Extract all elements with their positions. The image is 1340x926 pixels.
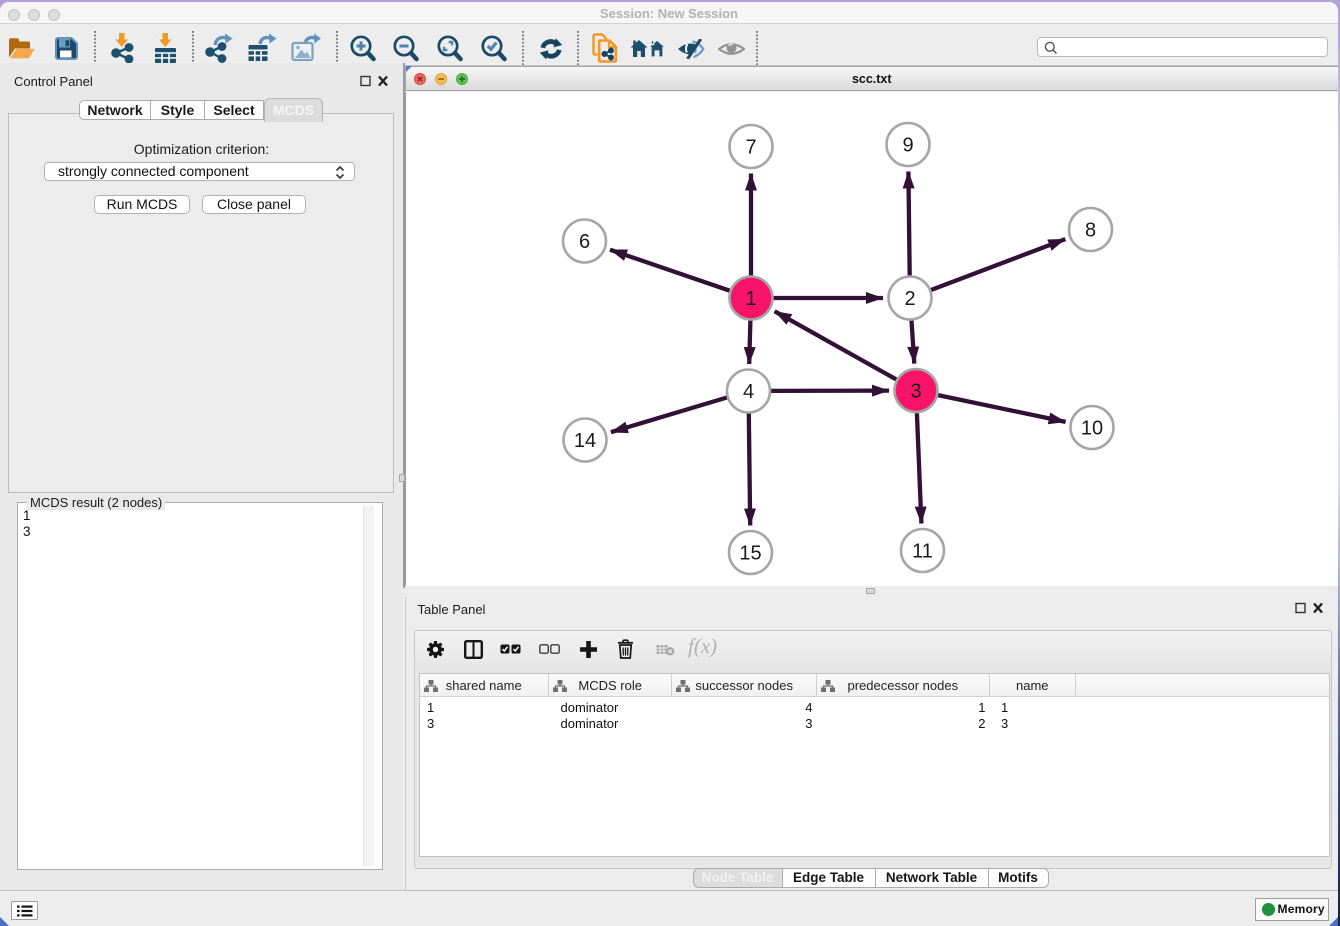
svg-text:2: 2 bbox=[904, 288, 915, 310]
svg-text:15: 15 bbox=[739, 543, 761, 565]
svg-text:3: 3 bbox=[910, 381, 921, 403]
svg-text:9: 9 bbox=[902, 135, 913, 157]
svg-text:11: 11 bbox=[912, 541, 933, 563]
svg-text:6: 6 bbox=[578, 231, 589, 253]
svg-text:10: 10 bbox=[1080, 418, 1102, 440]
svg-text:7: 7 bbox=[745, 137, 756, 159]
svg-text:4: 4 bbox=[742, 381, 753, 403]
svg-text:14: 14 bbox=[573, 430, 595, 452]
svg-text:8: 8 bbox=[1084, 220, 1095, 242]
svg-text:1: 1 bbox=[745, 288, 756, 310]
